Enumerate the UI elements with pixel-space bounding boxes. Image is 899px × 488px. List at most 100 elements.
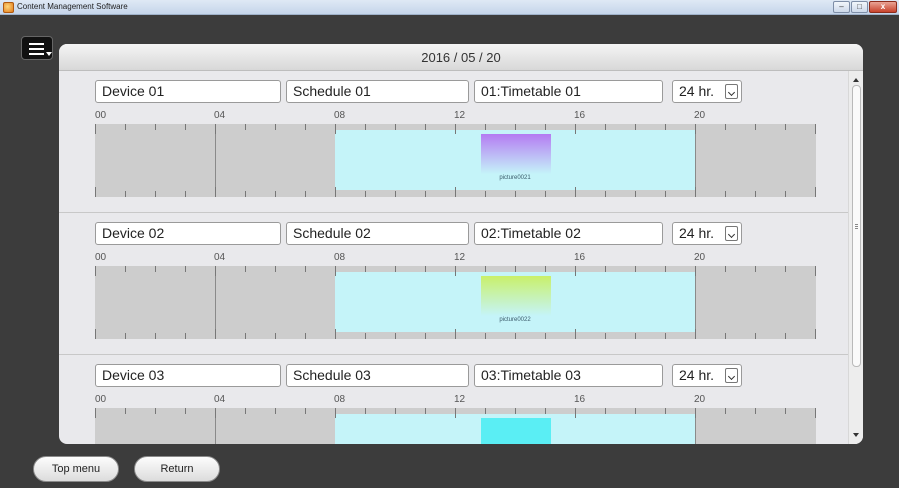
content-thumbnail[interactable] [481,134,551,174]
hour-tick [605,266,606,272]
hour-tick [545,266,546,272]
hour-tick [695,408,696,418]
hour-label: 08 [334,110,346,121]
hour-label: 08 [334,394,346,405]
date-header: 2016 / 05 / 20 [59,44,863,71]
content-thumbnail[interactable] [481,418,551,444]
hour-tick [695,329,696,339]
hour-tick [275,124,276,130]
hour-tick [395,124,396,130]
device-list: Device 01 Schedule 01 01:Timetable 01 24 hr… [59,71,848,444]
hour-tick [665,408,666,414]
hour-label: 04 [214,394,226,405]
hour-label: 00 [95,394,107,405]
hour-tick [185,191,186,197]
hour-tick [245,408,246,414]
hour-tick [545,333,546,339]
hour-tick [515,191,516,197]
hour-tick [545,124,546,130]
schedule-field[interactable]: Schedule 02 [286,222,469,245]
hour-tick [95,124,96,134]
hour-tick [215,329,216,339]
hour-tick [815,266,816,276]
chevron-down-icon[interactable] [725,368,738,383]
hour-tick [215,266,216,276]
hour-tick [335,329,336,339]
hour-tick [185,124,186,130]
hours-value: 24 hr. [679,83,715,99]
content-label: picture0021 [499,175,531,181]
timetable-field[interactable]: 03:Timetable 03 [474,364,663,387]
hour-tick [575,408,576,418]
timetable-block[interactable]: picture0022 [335,272,695,332]
hours-select[interactable]: 24 hr. [672,222,742,245]
hour-tick [215,187,216,197]
device-field[interactable]: Device 02 [95,222,281,245]
chevron-down-icon[interactable] [725,226,738,241]
scroll-down-arrow-icon[interactable] [853,433,859,437]
hour-label: 16 [574,110,586,121]
app-icon [3,2,14,13]
device-row: Device 01 Schedule 01 01:Timetable 01 24 hr… [59,71,848,213]
hour-tick [485,191,486,197]
hour-tick [695,266,696,276]
vertical-scrollbar[interactable] [848,71,863,444]
hour-tick [635,333,636,339]
hour-label: 12 [454,252,466,263]
hour-tick [635,191,636,197]
hour-tick [515,124,516,130]
device-field[interactable]: Device 01 [95,80,281,103]
timeline-track[interactable]: picture0022 [95,266,816,339]
hour-tick [425,408,426,414]
hour-tick [575,329,576,339]
timeline-track[interactable] [95,408,816,444]
hour-tick [605,408,606,414]
top-menu-button[interactable]: Top menu [33,456,119,482]
device-field[interactable]: Device 03 [95,364,281,387]
menu-button[interactable] [21,36,53,60]
hour-label: 00 [95,110,107,121]
timetable-block[interactable] [335,414,695,444]
schedule-field[interactable]: Schedule 03 [286,364,469,387]
hour-tick [455,124,456,134]
timetable-field[interactable]: 01:Timetable 01 [474,80,663,103]
hour-tick [245,191,246,197]
hour-label: 04 [214,110,226,121]
timetable-field[interactable]: 02:Timetable 02 [474,222,663,245]
hours-select[interactable]: 24 hr. [672,80,742,103]
hour-label: 12 [454,110,466,121]
hour-tick [125,266,126,272]
maximize-button[interactable]: □ [851,1,868,13]
hour-tick [425,333,426,339]
minimize-button[interactable]: – [833,1,850,13]
hour-tick [95,329,96,339]
hour-tick [725,124,726,130]
hour-tick [155,408,156,414]
content-thumbnail[interactable] [481,276,551,316]
timeline-track[interactable]: picture0021 [95,124,816,197]
close-button[interactable]: x [869,1,897,13]
timetable-block[interactable]: picture0021 [335,130,695,190]
hour-tick [635,408,636,414]
hour-tick [335,124,336,134]
hour-tick [365,266,366,272]
hour-tick [545,408,546,414]
hour-tick [785,191,786,197]
hour-tick [335,408,336,418]
hour-tick [755,333,756,339]
hour-tick [725,191,726,197]
chevron-down-icon[interactable] [725,84,738,99]
hour-tick [815,329,816,339]
hour-tick [455,187,456,197]
hours-select[interactable]: 24 hr. [672,364,742,387]
scroll-up-arrow-icon[interactable] [853,78,859,82]
scroll-thumb[interactable] [852,85,861,367]
hour-tick [275,266,276,272]
hour-tick [185,408,186,414]
hour-label: 16 [574,252,586,263]
return-button[interactable]: Return [134,456,220,482]
hour-tick [125,408,126,414]
hour-tick [515,408,516,414]
schedule-field[interactable]: Schedule 01 [286,80,469,103]
hour-tick [155,191,156,197]
